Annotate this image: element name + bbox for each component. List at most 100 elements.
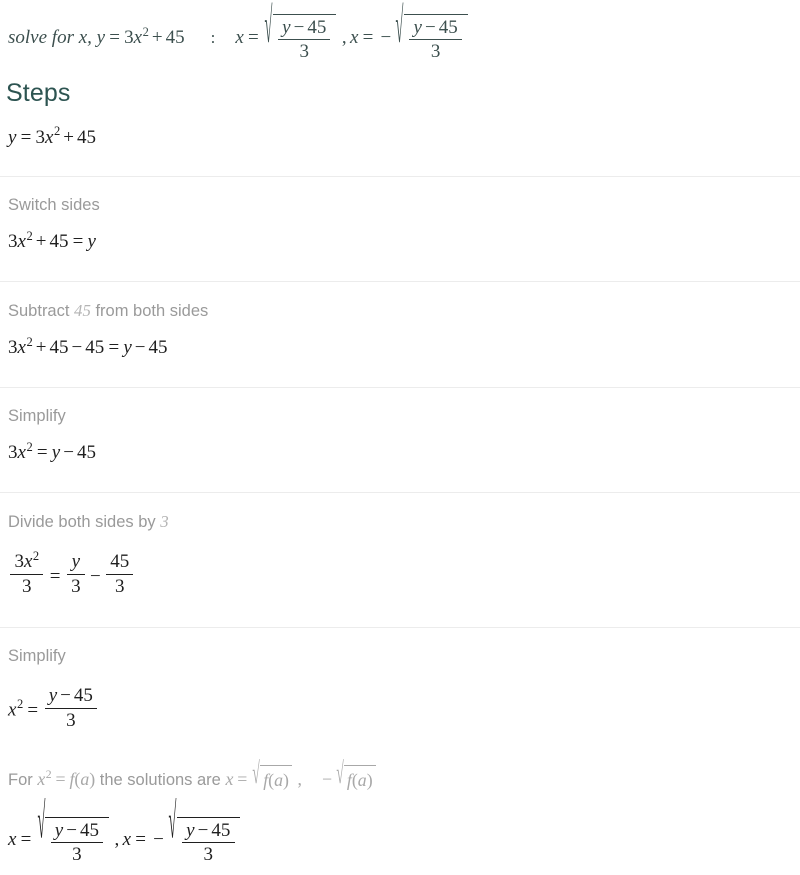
final-answer: x = √ y −45 3, x = − √ y −45 3 — [0, 795, 800, 875]
step-expression: 3x2 = y −45 — [8, 429, 792, 480]
coefficient: 3 — [35, 126, 46, 148]
fraction-denominator: 3 — [299, 41, 309, 63]
rhs-constant: 45 — [76, 442, 96, 464]
minus-2: − — [134, 337, 146, 359]
query-bar: solve for x, y = 3x2 +45 : x = √ y −45 3, x = − √ y −4… — [0, 0, 800, 73]
step-simplify-2: Simplify x2 = y −45 3 — [0, 626, 800, 749]
fraction-lhs: 3x2 3 — [10, 548, 44, 597]
num-value: 45 — [307, 17, 327, 38]
query-expression: solve for x, y = 3x2 +45 — [8, 24, 185, 49]
rhs-constant: 45 — [148, 337, 168, 359]
query-prefix: solve for x, y — [8, 27, 106, 49]
num-value: 45 — [438, 17, 458, 38]
equals: = — [20, 126, 32, 148]
variable: x — [17, 231, 26, 253]
num-op: − — [293, 17, 305, 38]
fraction-denominator: 3 — [114, 575, 125, 597]
radicand: y −45 3 — [404, 14, 468, 63]
sqrt-icon: √ f(a) — [335, 757, 376, 797]
coefficient: 3 — [8, 442, 18, 464]
radicand: y −45 3 — [45, 816, 109, 866]
radicand: y −45 3 — [176, 816, 241, 866]
fraction-denominator: 3 — [430, 41, 441, 63]
fraction-numerator: y −45 — [44, 685, 98, 709]
note-fn-arg-3: a — [357, 769, 367, 790]
step-label: Subtract 45 from both sides — [8, 286, 792, 324]
constant: 45 — [76, 126, 96, 148]
radical-sign: √ — [264, 0, 273, 55]
query-answer-positive: x = √ y −45 3, — [235, 0, 350, 62]
step-label: Divide both sides by 3 — [8, 497, 792, 535]
note-equals-2: = — [237, 768, 248, 789]
fraction: y −45 3 — [44, 685, 98, 731]
step-initial: y = 3x2 +45 — [0, 108, 800, 165]
query-exponent: 2 — [142, 24, 149, 39]
variable: x — [17, 442, 26, 464]
sqrt-icon: √ y −45 3 — [394, 0, 468, 63]
note-solution-positive: x = √ f(a), — [225, 757, 305, 791]
equals: = — [72, 231, 84, 253]
query-constant: 45 — [165, 27, 185, 49]
num-var: y — [413, 17, 422, 38]
num-op: − — [60, 685, 71, 707]
final-answer-negative: x = − √ y −45 3 — [122, 795, 241, 865]
fraction-numerator: y −45 — [277, 17, 331, 41]
final-equals-2: = — [135, 829, 146, 851]
answer-x: x — [235, 26, 244, 48]
coefficient: 3 — [14, 551, 24, 573]
sqrt-icon: √ y −45 3 — [36, 795, 109, 866]
fraction: y −45 3 — [409, 17, 462, 63]
note-for-word: For — [8, 770, 33, 789]
radical-sign: √ — [37, 795, 45, 851]
num-var: y — [48, 685, 58, 707]
fraction-numerator: y −45 — [181, 819, 235, 843]
num-value: 45 — [73, 685, 93, 707]
step-label: Simplify — [8, 406, 66, 425]
step-label: Simplify — [8, 646, 66, 665]
minus: − — [90, 565, 101, 587]
radical-sign: √ — [168, 795, 177, 851]
fraction: y −45 3 — [50, 819, 104, 866]
num-value: 45 — [79, 819, 99, 841]
sqrt-icon: √ y −45 3 — [263, 0, 337, 63]
rhs-y: y — [87, 231, 96, 253]
step-label-before: Divide both sides by — [8, 512, 156, 531]
solutions-rule-note: For x2 = f(a) the solutions are x = √ f(a), − √… — [0, 749, 800, 803]
minus: − — [63, 442, 74, 464]
fraction: y −45 3 — [181, 819, 235, 866]
variable: x — [17, 337, 26, 359]
constant: 45 — [49, 231, 69, 253]
radicand: f(a) — [260, 764, 293, 793]
equals: = — [27, 699, 39, 721]
query-coefficient: 3 — [124, 27, 134, 49]
num-var: y — [54, 819, 64, 841]
radicand: y −45 3 — [272, 14, 337, 63]
note-paren-close-2: ) — [283, 769, 289, 790]
note-minus: − — [322, 768, 333, 789]
exponent: 2 — [26, 335, 33, 350]
radical-sign: √ — [336, 757, 344, 792]
step-expression: 3x2 3 = y 3−45 3 — [8, 535, 792, 615]
equals: = — [108, 337, 120, 359]
final-equals: = — [20, 829, 32, 851]
fraction-denominator: 3 — [66, 709, 76, 731]
fraction-denominator: 3 — [22, 575, 32, 597]
radical-sign: √ — [395, 0, 404, 55]
answer-equals-2: = — [362, 26, 374, 48]
num-value: 45 — [211, 819, 231, 841]
radical-sign: √ — [252, 757, 261, 792]
fraction-numerator: y −45 — [409, 17, 462, 41]
step-expression: x2 = y −45 3 — [8, 669, 792, 749]
plus: + — [63, 126, 74, 148]
plus: + — [35, 231, 47, 253]
final-x-2: x — [122, 829, 132, 851]
num-op: − — [66, 819, 77, 841]
note-middle-text: the solutions are — [99, 770, 221, 789]
step-label-value: 3 — [160, 511, 169, 531]
equals: = — [49, 565, 61, 587]
exponent: 2 — [32, 548, 40, 563]
fraction-45-over-3: 45 3 — [106, 551, 134, 597]
fraction-y-over-3: y3 — [66, 551, 85, 597]
steps-heading: Steps — [6, 78, 71, 107]
fraction-denominator: 3 — [72, 843, 82, 865]
